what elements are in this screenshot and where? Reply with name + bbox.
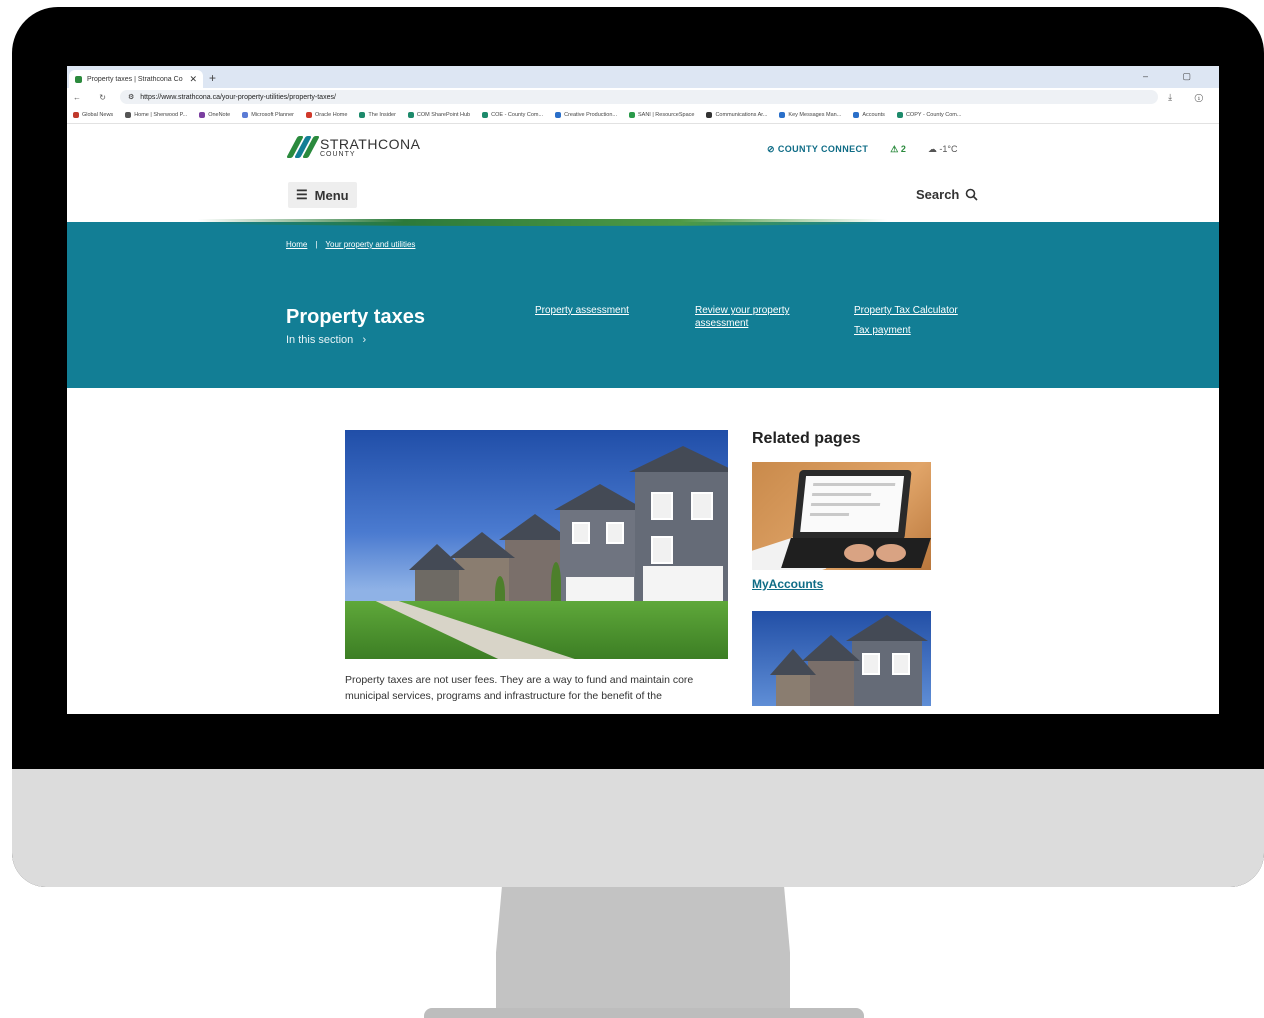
bookmark-item[interactable]: Global News bbox=[73, 111, 114, 118]
related-pages-heading: Related pages bbox=[752, 430, 861, 447]
link-tax-calculator[interactable]: Property Tax Calculator bbox=[854, 304, 958, 317]
bookmark-label: The Insider bbox=[368, 111, 396, 118]
bookmark-label: Creative Production... bbox=[564, 111, 617, 118]
bookmark-label: COE - County Com... bbox=[491, 111, 544, 118]
myaccounts-link[interactable]: MyAccounts bbox=[752, 577, 823, 591]
site-info-icon[interactable]: ⚙ bbox=[128, 93, 134, 101]
county-connect-link[interactable]: ⊘ COUNTY CONNECT bbox=[767, 144, 868, 155]
bookmark-favicon-icon bbox=[306, 111, 312, 118]
bookmark-item[interactable]: COPY - County Com... bbox=[896, 111, 962, 118]
connect-icon: ⊘ bbox=[767, 144, 775, 154]
bookmark-favicon-icon bbox=[896, 111, 903, 118]
breadcrumb: Home | Your property and utilities bbox=[286, 240, 415, 249]
bookmark-item[interactable]: Key Messages Man... bbox=[779, 111, 842, 118]
intro-text: Property taxes are not user fees. They a… bbox=[345, 674, 694, 703]
bookmark-favicon-icon bbox=[853, 111, 860, 118]
page-title: Property taxes bbox=[286, 306, 425, 328]
bookmark-favicon-icon bbox=[555, 111, 562, 118]
hamburger-icon: ☰ bbox=[296, 187, 308, 202]
hero-image-townhouses bbox=[345, 430, 728, 659]
main-content: Property taxes are not user fees. They a… bbox=[67, 388, 1219, 706]
bookmark-item[interactable]: COM SharePoint Hub bbox=[407, 111, 471, 118]
chevron-right-icon: › bbox=[356, 334, 367, 346]
toolbar-icons[interactable]: ⤓ ⓘ bbox=[1168, 92, 1213, 103]
in-this-section-toggle[interactable]: In this section › bbox=[286, 334, 366, 346]
bookmark-item[interactable]: COE - County Com... bbox=[482, 111, 544, 118]
link-property-assessment[interactable]: Property assessment bbox=[535, 304, 629, 317]
bookmark-favicon-icon bbox=[199, 111, 206, 118]
bookmark-label: Home | Sherwood P... bbox=[134, 111, 188, 118]
bookmarks-bar: Global News Home | Sherwood P... OneNote Mi… bbox=[67, 106, 1219, 124]
bookmark-favicon-icon bbox=[359, 111, 366, 118]
bookmark-label: COM SharePoint Hub bbox=[416, 111, 471, 118]
bookmark-item[interactable]: Communications Ar... bbox=[706, 111, 768, 118]
bookmark-label: COPY - County Com... bbox=[905, 111, 962, 118]
bookmark-favicon-icon bbox=[242, 111, 249, 118]
favicon-icon bbox=[75, 75, 82, 83]
menu-button[interactable]: ☰ Menu bbox=[288, 182, 357, 208]
logo-sub: COUNTY bbox=[320, 150, 356, 158]
bookmark-favicon-icon bbox=[125, 111, 132, 118]
bookmark-favicon-icon bbox=[73, 111, 79, 118]
bookmark-item[interactable]: Oracle Home bbox=[306, 111, 348, 118]
link-tax-payment[interactable]: Tax payment bbox=[854, 324, 911, 337]
bookmark-label: Key Messages Man... bbox=[788, 111, 842, 118]
logo-mark-icon bbox=[286, 136, 320, 158]
cloud-icon: ☁ bbox=[927, 144, 937, 154]
bookmark-label: OneNote bbox=[208, 111, 231, 118]
search-button[interactable]: Search bbox=[916, 187, 978, 202]
bookmark-favicon-icon bbox=[628, 111, 635, 118]
logo-name: STRATHCONA bbox=[320, 135, 421, 152]
site-header: STRATHCONA COUNTY ⊘ COUNTY CONNECT ⚠ 2 ☁… bbox=[67, 124, 1219, 222]
bookmark-favicon-icon bbox=[706, 111, 713, 118]
breadcrumb-separator: | bbox=[315, 240, 318, 249]
bookmark-label: Global News bbox=[82, 111, 114, 118]
alerts-link[interactable]: ⚠ 2 bbox=[890, 144, 906, 155]
alert-icon: ⚠ bbox=[890, 144, 899, 154]
bookmark-favicon-icon bbox=[779, 111, 786, 118]
nav-icons[interactable]: ← ↻ bbox=[73, 93, 114, 102]
bookmark-label: Accounts bbox=[862, 111, 885, 118]
tab-strip: Property taxes | Strathcona Co ✕ + – ▢ bbox=[67, 66, 1219, 88]
monitor-chin bbox=[12, 769, 1264, 887]
bookmark-favicon-icon bbox=[482, 111, 489, 118]
strathcona-logo[interactable]: STRATHCONA COUNTY bbox=[286, 135, 421, 158]
bookmark-item[interactable]: SANI | ResourceSpace bbox=[628, 111, 695, 118]
breadcrumb-home[interactable]: Home bbox=[286, 240, 307, 249]
close-tab-icon[interactable]: ✕ bbox=[189, 74, 197, 85]
bookmark-item[interactable]: Creative Production... bbox=[555, 111, 617, 118]
search-label: Search bbox=[916, 187, 960, 202]
bookmark-label: SANI | ResourceSpace bbox=[637, 111, 695, 118]
breadcrumb-property[interactable]: Your property and utilities bbox=[325, 240, 415, 249]
bookmark-favicon-icon bbox=[407, 111, 414, 118]
bookmark-item[interactable]: Microsoft Planner bbox=[242, 111, 294, 118]
banner-swoosh bbox=[197, 219, 887, 226]
bookmark-label: Communications Ar... bbox=[715, 111, 768, 118]
address-bar: ← ↻ ⚙ https://www.strathcona.ca/your-pro… bbox=[67, 88, 1219, 106]
monitor-base bbox=[424, 1008, 864, 1018]
monitor-stand bbox=[496, 887, 790, 1018]
bookmark-label: Oracle Home bbox=[315, 111, 348, 118]
bookmark-item[interactable]: Home | Sherwood P... bbox=[125, 111, 188, 118]
search-icon bbox=[966, 188, 978, 201]
related-page-image[interactable] bbox=[752, 611, 931, 706]
browser-tab[interactable]: Property taxes | Strathcona Co ✕ bbox=[69, 70, 203, 88]
weather-widget[interactable]: ☁ -1°C bbox=[928, 144, 958, 155]
section-banner: Home | Your property and utilities Prope… bbox=[67, 219, 1219, 388]
new-tab-button[interactable]: + bbox=[209, 71, 216, 85]
menu-label: Menu bbox=[314, 187, 349, 203]
bookmark-item[interactable]: OneNote bbox=[199, 111, 231, 118]
screen: Property taxes | Strathcona Co ✕ + – ▢ ←… bbox=[67, 66, 1219, 714]
myaccounts-image[interactable] bbox=[752, 462, 931, 570]
window-controls[interactable]: – ▢ bbox=[1143, 71, 1207, 82]
bookmark-item[interactable]: Accounts bbox=[853, 111, 885, 118]
url-text: https://www.strathcona.ca/your-property-… bbox=[140, 93, 336, 101]
bookmark-item[interactable]: The Insider bbox=[359, 111, 396, 118]
bookmark-label: Microsoft Planner bbox=[251, 111, 294, 118]
link-review-assessment[interactable]: Review your property assessment bbox=[695, 304, 805, 330]
tab-title: Property taxes | Strathcona Co bbox=[87, 75, 183, 83]
url-field[interactable]: ⚙ https://www.strathcona.ca/your-propert… bbox=[119, 90, 1159, 104]
